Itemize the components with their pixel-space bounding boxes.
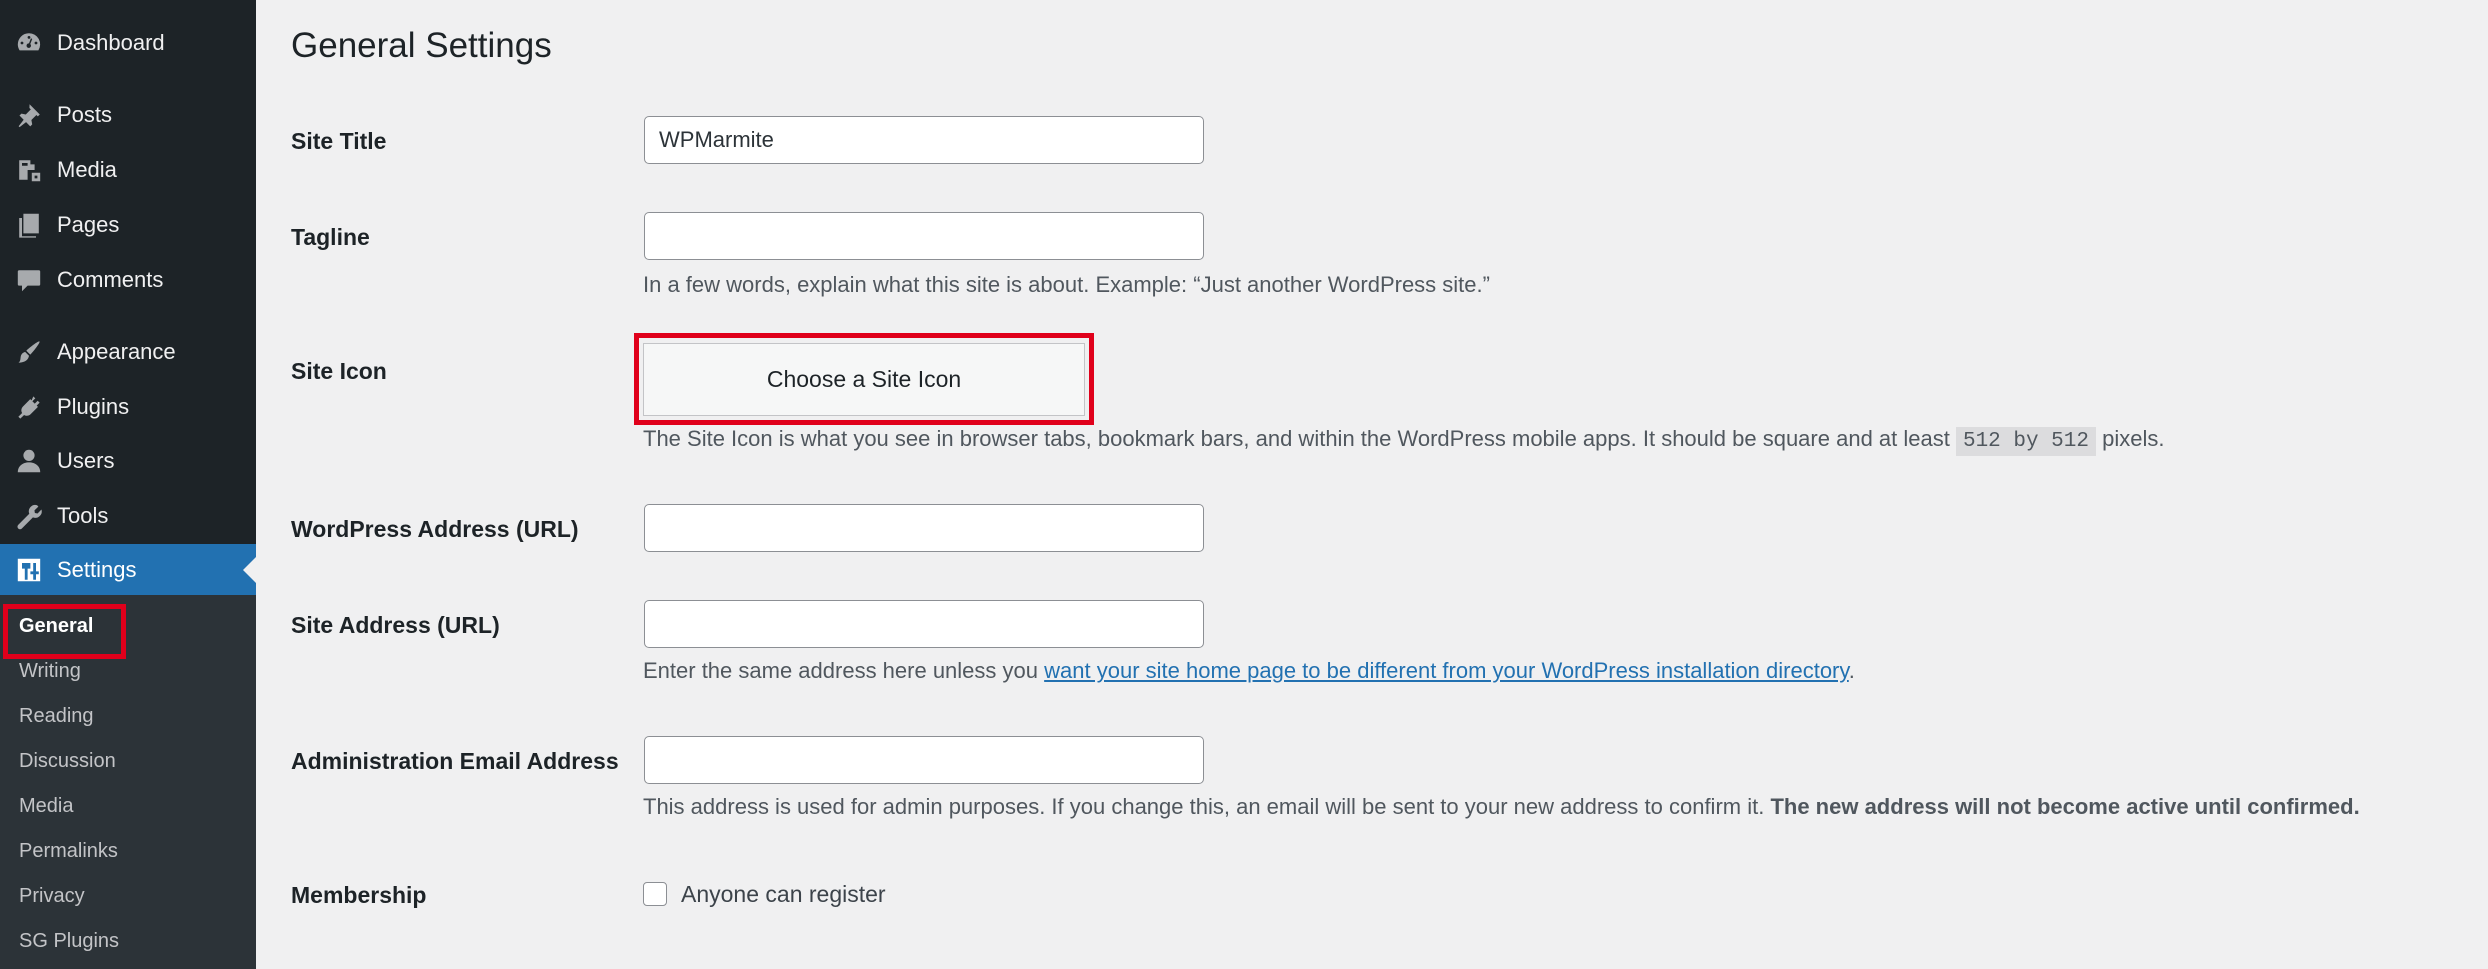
site-title-input[interactable]	[644, 116, 1204, 164]
submenu-permalinks[interactable]: Permalinks	[19, 837, 118, 865]
menu-label: Appearance	[57, 339, 176, 364]
menu-item-users[interactable]: Users	[0, 435, 256, 487]
menu-label: Settings	[57, 557, 137, 582]
admin-email-desc-bold: The new address will not become active u…	[1770, 794, 2360, 819]
site-title-label: Site Title	[291, 128, 387, 154]
site-icon-desc-suffix: pixels.	[2102, 426, 2165, 451]
membership-label: Membership	[291, 882, 427, 908]
menu-item-plugins[interactable]: Plugins	[0, 381, 256, 433]
comment-icon	[14, 265, 44, 295]
submenu-writing[interactable]: Writing	[19, 657, 81, 685]
site-address-desc-suffix: .	[1848, 658, 1855, 683]
menu-label: Comments	[57, 267, 164, 292]
site-icon-label: Site Icon	[291, 358, 387, 384]
pages-icon	[14, 210, 44, 240]
anyone-can-register-checkbox[interactable]	[643, 882, 667, 906]
site-icon-description: The Site Icon is what you see in browser…	[643, 426, 2165, 456]
menu-item-media[interactable]: Media	[0, 144, 256, 196]
wp-address-label: WordPress Address (URL)	[291, 516, 579, 542]
tagline-description: In a few words, explain what this site i…	[643, 272, 1490, 297]
site-address-label: Site Address (URL)	[291, 612, 500, 638]
admin-email-input[interactable]	[644, 736, 1204, 784]
menu-item-tools[interactable]: Tools	[0, 490, 256, 542]
admin-email-description: This address is used for admin purposes.…	[643, 794, 2360, 820]
site-address-input[interactable]	[644, 600, 1204, 648]
submenu-discussion[interactable]: Discussion	[19, 747, 116, 775]
admin-email-desc-text: This address is used for admin purposes.…	[643, 794, 1765, 819]
settings-submenu: General Writing Reading Discussion Media…	[0, 595, 256, 969]
admin-email-label: Administration Email Address	[291, 748, 619, 774]
media-icon	[14, 155, 44, 185]
menu-label: Media	[57, 157, 117, 182]
plug-icon	[14, 392, 44, 422]
site-icon-size-code: 512 by 512	[1955, 427, 2096, 456]
wrench-icon	[14, 501, 44, 531]
active-indicator	[243, 557, 256, 583]
site-address-description: Enter the same address here unless you w…	[643, 658, 1855, 684]
menu-label: Tools	[57, 503, 109, 528]
submenu-sg-plugins[interactable]: SG Plugins	[19, 927, 119, 955]
site-address-desc-text: Enter the same address here unless you	[643, 658, 1039, 683]
tagline-input[interactable]	[644, 212, 1204, 260]
wp-address-input[interactable]	[644, 504, 1204, 552]
paintbrush-icon	[14, 337, 44, 367]
menu-label: Pages	[57, 212, 120, 237]
menu-item-comments[interactable]: Comments	[0, 254, 256, 306]
page-title: General Settings	[291, 26, 552, 65]
submenu-media[interactable]: Media	[19, 792, 73, 820]
menu-label: Users	[57, 448, 115, 473]
menu-item-dashboard[interactable]: Dashboard	[0, 17, 256, 69]
anyone-can-register-label[interactable]: Anyone can register	[681, 881, 886, 908]
submenu-general[interactable]: General	[19, 612, 93, 640]
menu-item-settings[interactable]: Settings	[0, 544, 256, 596]
menu-label: Posts	[57, 102, 113, 127]
pushpin-icon	[14, 100, 44, 130]
submenu-reading[interactable]: Reading	[19, 702, 94, 730]
site-icon-desc-text: The Site Icon is what you see in browser…	[643, 426, 1950, 451]
tagline-label: Tagline	[291, 224, 370, 250]
settings-main: General Settings Site Title Tagline In a…	[256, 0, 2488, 969]
user-icon	[14, 446, 44, 476]
submenu-privacy[interactable]: Privacy	[19, 882, 85, 910]
menu-item-posts[interactable]: Posts	[0, 89, 256, 141]
site-address-help-link[interactable]: want your site home page to be different…	[1044, 658, 1849, 683]
settings-icon	[14, 555, 44, 585]
menu-label: Dashboard	[57, 30, 165, 55]
admin-sidebar: Dashboard Posts Media Pages Comments App…	[0, 0, 256, 969]
menu-item-appearance[interactable]: Appearance	[0, 326, 256, 378]
dashboard-icon	[14, 28, 44, 58]
menu-item-pages[interactable]: Pages	[0, 199, 256, 251]
menu-label: Plugins	[57, 394, 130, 419]
choose-site-icon-button[interactable]: Choose a Site Icon	[643, 343, 1085, 416]
